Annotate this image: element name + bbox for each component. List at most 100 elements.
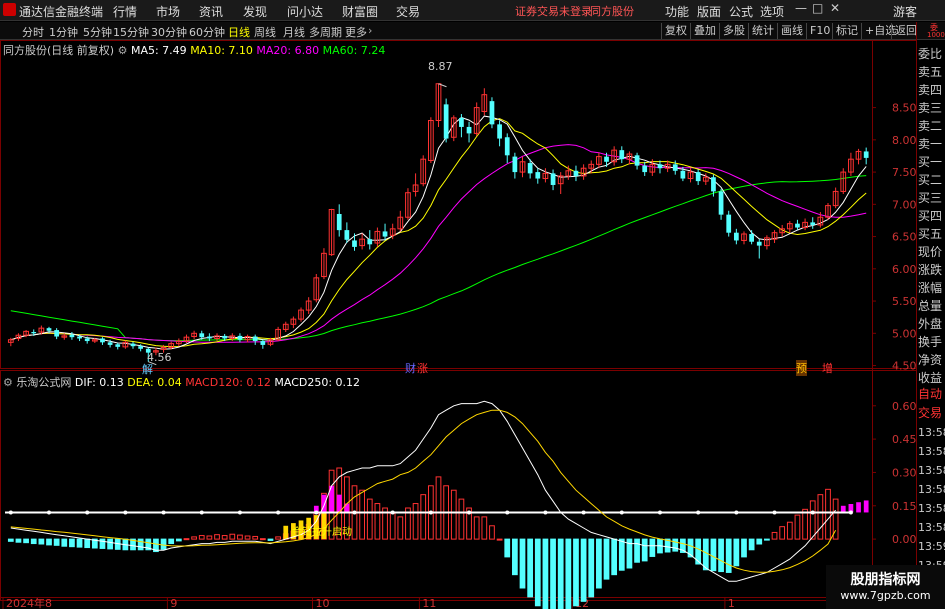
macd-bar bbox=[61, 538, 68, 547]
quote-cell: 买五 bbox=[918, 227, 943, 241]
quote-cell: 卖三 bbox=[918, 101, 943, 115]
candle-body-down bbox=[130, 343, 136, 347]
macd-y-tick-label: 0.00 bbox=[892, 533, 917, 546]
macd-bar bbox=[764, 538, 770, 541]
candle-body-down bbox=[604, 156, 609, 162]
candle-body-down bbox=[100, 338, 105, 343]
macd-bar bbox=[825, 488, 831, 540]
macd-bar bbox=[580, 538, 587, 602]
macd-reference-dot bbox=[161, 510, 166, 515]
small-header-num: 1000 bbox=[927, 31, 945, 39]
macd-bar bbox=[573, 538, 579, 607]
unlock-mark[interactable]: 解 bbox=[142, 361, 153, 377]
macd120-value: MACD120: 0.12 bbox=[185, 376, 271, 389]
macd-reference-dot bbox=[390, 510, 395, 515]
main-chart-title: 同方股份(日线 前复权) bbox=[3, 44, 115, 57]
main-legend: 同方股份(日线 前复权) ⚙ MA5: 7.49 MA10: 7.10 MA20… bbox=[3, 42, 385, 58]
macd-bar bbox=[412, 503, 419, 540]
y-tick-label: 6.00 bbox=[892, 263, 917, 276]
macd-bar bbox=[183, 538, 190, 541]
macd-y-tick-label: 0.30 bbox=[892, 466, 917, 479]
ma60-value: MA60: 7.24 bbox=[322, 44, 386, 57]
candle-body-down bbox=[367, 239, 373, 245]
macd-bar bbox=[275, 536, 281, 540]
candle-body-down bbox=[459, 117, 464, 127]
macd-bar bbox=[160, 538, 167, 550]
macd-bar bbox=[237, 534, 243, 540]
quote-cell: 总量 bbox=[918, 299, 943, 313]
candle-body-down bbox=[672, 164, 678, 171]
macd-reference-dot bbox=[428, 510, 433, 515]
candle-body-down bbox=[795, 223, 800, 228]
high-price-label: 8.87 bbox=[428, 60, 453, 73]
x-tick-label: 1 bbox=[728, 597, 735, 609]
macd-reference-dot bbox=[772, 510, 777, 515]
macd-bar bbox=[214, 534, 220, 540]
trade-cell: 13:58 bbox=[918, 521, 945, 534]
macd-bar bbox=[359, 489, 365, 540]
macd-bar bbox=[634, 538, 640, 563]
forecast-mark[interactable]: 预 bbox=[796, 360, 807, 376]
dif-value: DIF: 0.13 bbox=[74, 376, 124, 389]
sub-panel-frame bbox=[0, 370, 917, 601]
increase-mark[interactable]: 增 bbox=[822, 360, 833, 376]
candle-body-down bbox=[711, 177, 716, 192]
macd-bar bbox=[38, 538, 45, 545]
macd-bar bbox=[175, 538, 182, 542]
candle-body-down bbox=[619, 150, 625, 160]
settings-icon[interactable]: ⚙ bbox=[3, 376, 13, 389]
macd-bar bbox=[527, 538, 534, 598]
candle-body-down bbox=[497, 124, 502, 139]
macd-bar bbox=[786, 521, 793, 540]
macd-bar bbox=[53, 538, 60, 546]
ma60-line bbox=[10, 175, 867, 342]
candle-body-down bbox=[260, 341, 266, 345]
candle-body-down bbox=[863, 151, 869, 158]
candle-body-down bbox=[535, 172, 541, 179]
high-arrow bbox=[438, 83, 447, 88]
x-tick-label: 9 bbox=[170, 597, 177, 609]
candle-body-down bbox=[756, 241, 762, 246]
macd-reference-dot bbox=[352, 510, 357, 515]
candle-body-down bbox=[31, 332, 37, 334]
macd-bar bbox=[649, 538, 656, 557]
candle-body-down bbox=[443, 104, 449, 139]
trade-cell: 13:58 bbox=[918, 464, 945, 477]
macd-bar bbox=[550, 538, 556, 609]
macd-bar bbox=[618, 538, 625, 571]
trade-cell: 13:58 bbox=[918, 483, 945, 496]
candle-body-down bbox=[680, 170, 686, 179]
candle-body-down bbox=[726, 214, 732, 233]
finance-mark[interactable]: 财 bbox=[405, 360, 416, 376]
macd-reference-dot bbox=[810, 510, 815, 515]
macd-bar bbox=[756, 538, 763, 545]
macd-bar bbox=[420, 494, 427, 540]
candle-body-down bbox=[199, 333, 205, 338]
candle-body-down bbox=[642, 165, 648, 173]
macd-y-tick-label: 0.60 bbox=[892, 400, 917, 413]
candle-body-down bbox=[657, 164, 663, 169]
settings-icon[interactable]: ⚙ bbox=[118, 44, 128, 57]
y-tick-label: 7.00 bbox=[892, 198, 917, 211]
macd-bar bbox=[23, 538, 29, 544]
candle-body-down bbox=[237, 335, 243, 340]
candle-body-down bbox=[336, 214, 342, 231]
candle-body-down bbox=[77, 336, 82, 339]
quote-cell: 换手 bbox=[918, 335, 943, 349]
macd-bar bbox=[741, 538, 747, 558]
stock-chart[interactable]: 8.50 8.00 7.50 7.00 6.50 6.00 5.50 5.00 4.50 0.60… bbox=[0, 0, 945, 609]
rise-mark[interactable]: 涨 bbox=[417, 360, 428, 376]
macd-bar bbox=[802, 508, 808, 540]
quote-cell: 卖四 bbox=[918, 83, 943, 97]
macd-reference-dot bbox=[696, 510, 701, 515]
candle-body-down bbox=[550, 173, 556, 185]
macd-bar bbox=[481, 516, 488, 540]
macd-bar bbox=[435, 476, 442, 540]
macd-bar bbox=[206, 535, 213, 540]
macd-bar bbox=[611, 538, 618, 576]
x-tick-label: 10 bbox=[315, 597, 329, 609]
candle-body-down bbox=[504, 137, 510, 156]
candle-body-down bbox=[573, 170, 579, 176]
ma20-value: MA20: 6.80 bbox=[256, 44, 320, 57]
candle-body-down bbox=[352, 240, 357, 247]
